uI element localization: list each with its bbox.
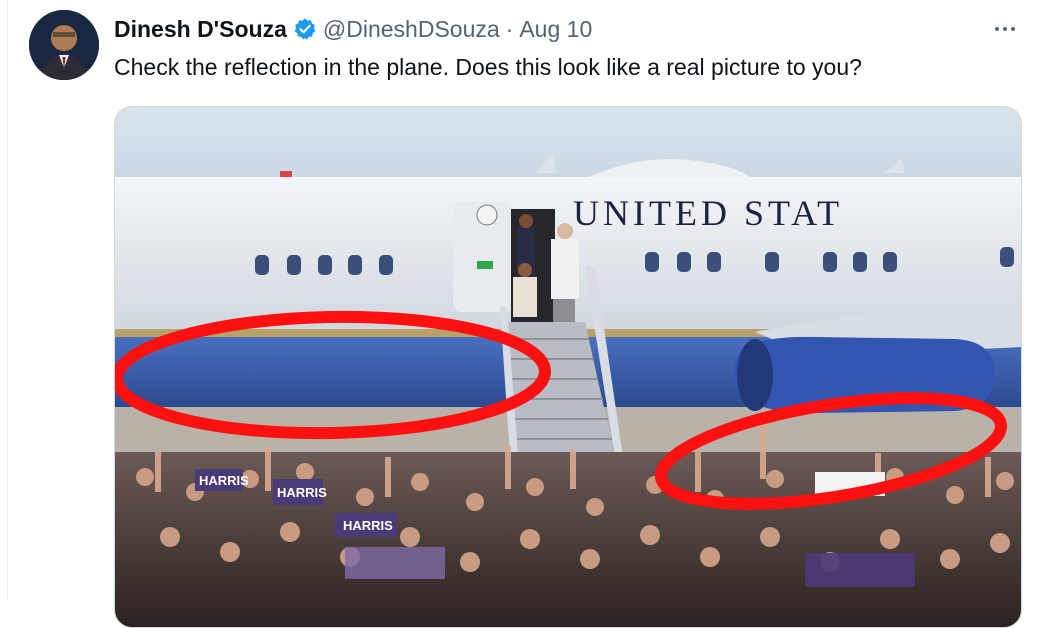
avatar-image (29, 10, 99, 80)
tweet-media-photo[interactable]: UNITED STAT HARRIS HARRIS HARRIS (114, 106, 1022, 628)
more-options-button[interactable] (985, 16, 1025, 42)
more-horizontal-icon (1011, 27, 1015, 31)
header-separator: · (505, 15, 514, 42)
author-display-name[interactable]: Dinesh D'Souza (114, 16, 287, 43)
sign-text: HARRIS (199, 473, 249, 488)
more-horizontal-icon (995, 27, 999, 31)
tweet-text: Check the reflection in the plane. Does … (114, 54, 862, 80)
tweet-date[interactable]: Aug 10 (519, 16, 592, 43)
more-horizontal-icon (1003, 27, 1007, 31)
timeline-border (7, 0, 8, 600)
tweet-header: Dinesh D'Souza @DineshDSouza · Aug 10 (114, 14, 592, 44)
avatar[interactable] (29, 10, 99, 80)
verified-badge-icon (293, 17, 317, 41)
airplane-photo: UNITED STAT HARRIS HARRIS HARRIS (115, 107, 1021, 627)
author-handle[interactable]: @DineshDSouza (323, 16, 500, 43)
sign-text: HARRIS (343, 518, 393, 533)
plane-lettering: UNITED STAT (573, 193, 843, 233)
sign-text: HARRIS (277, 485, 327, 500)
